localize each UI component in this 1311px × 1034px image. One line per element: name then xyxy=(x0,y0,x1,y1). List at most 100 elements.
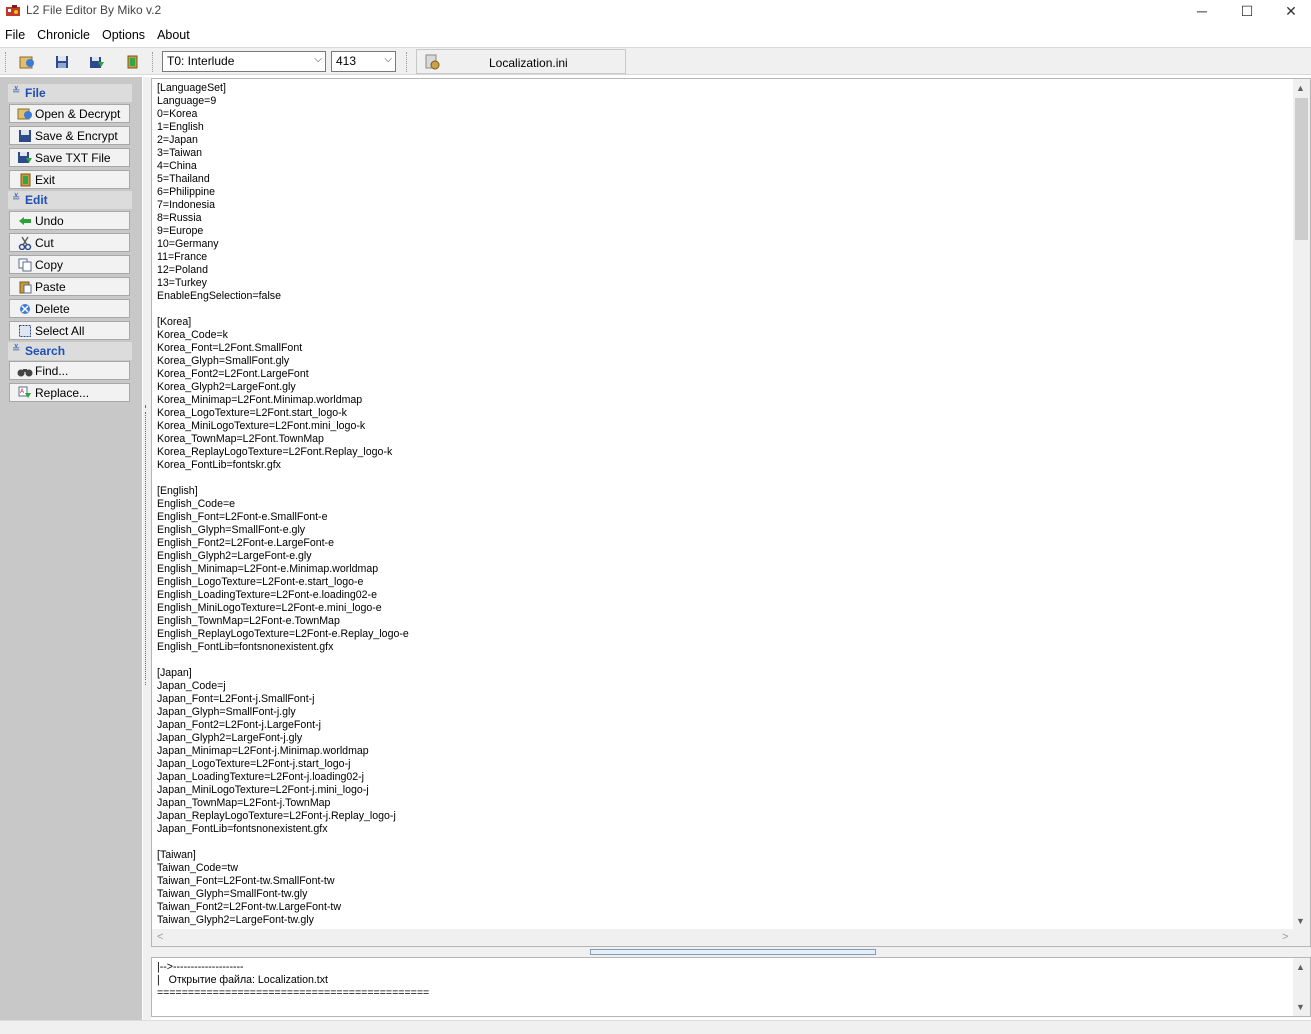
splitter-grip xyxy=(145,682,149,685)
chevron-collapse-icon: ≚ xyxy=(12,86,21,97)
menu-chronicle[interactable]: Chronicle xyxy=(31,26,96,46)
splitter-grip[interactable] xyxy=(590,949,876,955)
sidebar-save-encrypt-button[interactable]: Save & Encrypt xyxy=(9,126,130,145)
scroll-right-icon[interactable]: > xyxy=(1282,931,1288,943)
menu-file[interactable]: File xyxy=(0,26,31,46)
sidebar-replace-button[interactable]: A Replace... xyxy=(9,383,130,402)
minimize-button[interactable]: ─ xyxy=(1179,0,1225,22)
sidebar-item-label: Delete xyxy=(35,301,70,316)
sidebar: ≚ File Open & Decrypt Save & Encrypt Sav… xyxy=(0,77,142,1021)
scroll-down-icon[interactable]: ▼ xyxy=(1296,916,1305,926)
open-decrypt-icon xyxy=(19,56,34,69)
floppy-disk-icon xyxy=(56,56,68,68)
editor-content[interactable]: [LanguageSet] Language=9 0=Korea 1=Engli… xyxy=(157,82,409,927)
sidebar-item-label: Paste xyxy=(35,279,66,294)
protocol-select[interactable]: 413 ⌵ xyxy=(331,51,396,72)
save-txt-icon xyxy=(90,57,104,68)
sidebar-item-label: Undo xyxy=(35,213,64,228)
menu-options[interactable]: Options xyxy=(96,26,151,46)
sidebar-undo-button[interactable]: Undo xyxy=(9,211,130,230)
sidebar-item-label: Open & Decrypt xyxy=(35,106,121,121)
sidebar-group-search[interactable]: ≚ Search xyxy=(8,342,132,360)
toolbar-grip[interactable] xyxy=(5,52,8,72)
menu-about[interactable]: About xyxy=(151,26,196,46)
scroll-up-icon[interactable]: ▲ xyxy=(1296,83,1305,93)
sidebar-delete-button[interactable]: Delete xyxy=(9,299,130,318)
editor-horizontal-scrollbar[interactable]: < > xyxy=(152,929,1294,946)
sidebar-item-label: Exit xyxy=(35,172,56,187)
scroll-thumb[interactable] xyxy=(1295,98,1308,240)
current-file-panel: Localization.ini xyxy=(416,49,626,74)
toolbar-grip[interactable] xyxy=(152,52,155,72)
chronicle-select-value: T0: Interlude xyxy=(167,54,235,68)
scroll-down-icon[interactable]: ▼ xyxy=(1296,1002,1305,1012)
chevron-collapse-icon: ≚ xyxy=(12,344,21,355)
protocol-select-value: 413 xyxy=(336,54,357,68)
sidebar-splitter[interactable] xyxy=(143,77,151,1021)
log-content: |-->-------------------- | Открытие файл… xyxy=(157,961,430,999)
select-all-icon xyxy=(19,324,31,337)
toolbar-exit-button[interactable] xyxy=(121,52,143,72)
sidebar-save-txt-button[interactable]: Save TXT File xyxy=(9,148,130,167)
sidebar-group-file[interactable]: ≚ File xyxy=(8,84,132,102)
toolbar-open-button[interactable] xyxy=(16,52,38,72)
save-txt-icon xyxy=(18,151,32,163)
title-bar: L2 File Editor By Miko v.2 ─ ☐ ✕ xyxy=(0,0,1311,22)
current-file-name: Localization.ini xyxy=(489,56,568,70)
chevron-down-icon: ⌵ xyxy=(384,54,392,65)
scroll-up-icon[interactable]: ▲ xyxy=(1296,962,1305,972)
paste-clipboard-icon xyxy=(19,281,32,293)
sidebar-item-label: Cut xyxy=(35,235,54,250)
exit-door-icon xyxy=(127,55,138,69)
chevron-down-icon: ⌵ xyxy=(314,54,322,65)
toolbar: T0: Interlude ⌵ 413 ⌵ Localization.ini xyxy=(0,47,1311,75)
window-title: L2 File Editor By Miko v.2 xyxy=(26,3,162,17)
toolbar-save-button[interactable] xyxy=(51,52,73,72)
app-icon xyxy=(6,5,20,16)
maximize-button[interactable]: ☐ xyxy=(1224,0,1270,22)
copy-icon xyxy=(18,258,32,271)
sidebar-open-decrypt-button[interactable]: Open & Decrypt xyxy=(9,104,130,123)
log-vertical-scrollbar[interactable]: ▲ ▼ xyxy=(1293,958,1310,1016)
exit-door-icon xyxy=(20,173,31,186)
sidebar-copy-button[interactable]: Copy xyxy=(9,255,130,274)
sidebar-paste-button[interactable]: Paste xyxy=(9,277,130,296)
undo-arrow-icon xyxy=(19,216,31,225)
editor-vertical-scrollbar[interactable]: ▲ ▼ xyxy=(1293,79,1310,931)
sidebar-item-label: Replace... xyxy=(35,385,90,400)
chevron-collapse-icon: ≚ xyxy=(12,193,21,204)
sidebar-group-edit[interactable]: ≚ Edit xyxy=(8,191,132,209)
sidebar-item-label: Save & Encrypt xyxy=(35,128,118,143)
splitter-grip xyxy=(145,412,149,680)
scrollbar-corner xyxy=(1293,929,1310,946)
scroll-left-icon[interactable]: < xyxy=(157,931,163,943)
replace-icon: A xyxy=(18,386,31,398)
open-decrypt-icon xyxy=(17,108,32,119)
file-gear-icon xyxy=(425,54,440,70)
text-editor[interactable]: [LanguageSet] Language=9 0=Korea 1=Engli… xyxy=(151,78,1311,947)
splitter-grip xyxy=(145,405,149,407)
menu-bar: File Chronicle Options About xyxy=(0,26,196,46)
toolbar-save-txt-button[interactable] xyxy=(86,52,108,72)
sidebar-item-label: Find... xyxy=(35,363,69,378)
sidebar-item-label: Select All xyxy=(35,323,85,338)
sidebar-group-title: File xyxy=(25,86,46,100)
log-splitter[interactable] xyxy=(151,947,1311,957)
toolbar-grip[interactable] xyxy=(406,52,409,72)
sidebar-exit-button[interactable]: Exit xyxy=(9,170,130,189)
scissors-icon xyxy=(18,236,32,250)
close-button[interactable]: ✕ xyxy=(1268,0,1311,22)
chronicle-select[interactable]: T0: Interlude ⌵ xyxy=(162,51,326,72)
sidebar-item-label: Save TXT File xyxy=(35,150,111,165)
sidebar-group-title: Edit xyxy=(25,193,48,207)
floppy-disk-icon xyxy=(19,129,31,142)
status-bar xyxy=(0,1020,1311,1034)
sidebar-cut-button[interactable]: Cut xyxy=(9,233,130,252)
sidebar-select-all-button[interactable]: Select All xyxy=(9,321,130,340)
binoculars-icon xyxy=(17,368,33,376)
log-output: |-->-------------------- | Открытие файл… xyxy=(151,957,1311,1017)
delete-icon xyxy=(20,303,30,314)
sidebar-item-label: Copy xyxy=(35,257,64,272)
sidebar-find-button[interactable]: Find... xyxy=(9,361,130,380)
sidebar-group-title: Search xyxy=(25,344,66,358)
